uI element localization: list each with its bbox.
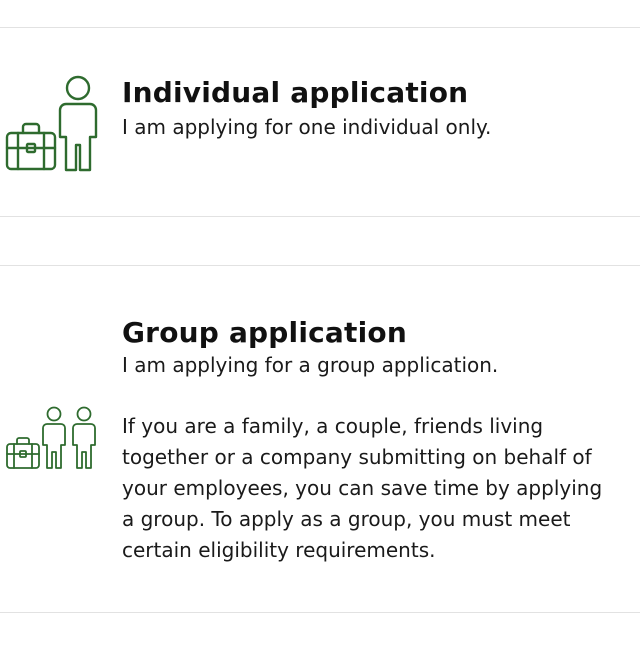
option-details-line: a group. To apply as a group, you must m… <box>122 507 571 531</box>
option-description: I am applying for a group application. <box>122 353 499 377</box>
group-application-option[interactable]: Group application I am applying for a gr… <box>0 266 640 612</box>
option-title: Individual application <box>122 76 469 109</box>
application-type-page: Individual application I am applying for… <box>0 0 640 652</box>
option-details-line: If you are a family, a couple, friends l… <box>122 414 544 438</box>
option-description: I am applying for one individual only. <box>122 115 492 139</box>
group-with-luggage-icon <box>6 406 96 469</box>
option-details-line: your employees, you can save time by app… <box>122 476 603 500</box>
divider <box>0 216 640 217</box>
option-title: Group application <box>122 316 407 349</box>
option-details-line: together or a company submitting on beha… <box>122 445 592 469</box>
person-with-luggage-icon <box>5 75 98 172</box>
divider <box>0 612 640 613</box>
individual-application-option[interactable]: Individual application I am applying for… <box>0 28 640 216</box>
option-details-line: certain eligibility requirements. <box>122 538 436 562</box>
